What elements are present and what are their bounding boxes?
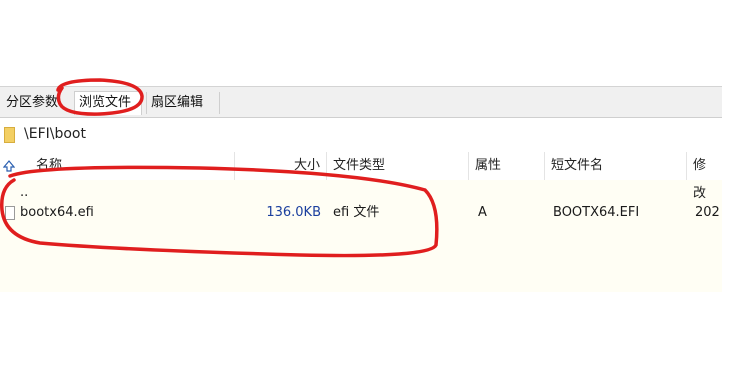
file-modified: 202 <box>695 205 720 220</box>
file-name: bootx64.efi <box>20 205 94 220</box>
file-size: 136.0KB <box>266 205 321 220</box>
file-icon <box>5 206 15 220</box>
column-header-type[interactable]: 文件类型 <box>327 152 469 180</box>
tab-partition-params[interactable]: 分区参数 <box>2 92 72 114</box>
list-item-parent[interactable]: .. <box>0 182 722 204</box>
list-item-bootx64[interactable]: bootx64.efi 136.0KB efi 文件 A BOOTX64.EFI… <box>0 202 722 224</box>
tab-browse-files[interactable]: 浏览文件 <box>74 91 142 115</box>
file-type: efi 文件 <box>333 205 380 220</box>
column-header-short-name[interactable]: 短文件名 <box>545 152 687 180</box>
file-attr: A <box>478 205 487 220</box>
tab-bar: 分区参数 浏览文件 扇区编辑 <box>0 86 722 118</box>
file-list: 名称 大小 文件类型 属性 短文件名 修改 .. bootx64.efi 136… <box>0 152 722 292</box>
column-header-size[interactable]: 大小 <box>235 152 327 180</box>
file-short-name: BOOTX64.EFI <box>553 205 640 220</box>
column-header-modified[interactable]: 修改 <box>687 152 722 201</box>
column-header-attr[interactable]: 属性 <box>469 152 545 180</box>
column-header-name[interactable]: 名称 <box>30 152 235 180</box>
folder-icon <box>4 127 15 143</box>
file-name: .. <box>20 185 29 200</box>
path-bar: \EFI\boot <box>0 122 722 148</box>
sort-up-icon[interactable] <box>3 160 15 172</box>
current-path: \EFI\boot <box>24 126 86 142</box>
file-list-header: 名称 大小 文件类型 属性 短文件名 修改 <box>0 152 722 201</box>
tab-sector-edit[interactable]: 扇区编辑 <box>146 92 220 114</box>
